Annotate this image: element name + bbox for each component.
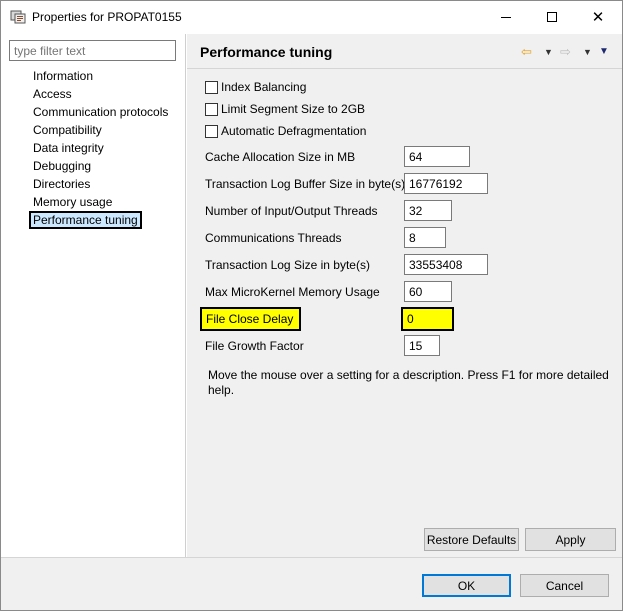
max-microkernel-label: Max MicroKernel Memory Usage	[205, 285, 380, 299]
properties-icon	[10, 10, 26, 24]
tree-item-compatibility[interactable]: Compatibility	[33, 121, 168, 139]
window-title: Properties for PROPAT0155	[32, 10, 182, 24]
tree-item-access[interactable]: Access	[33, 85, 168, 103]
file-close-delay-label: File Close Delay	[200, 307, 301, 331]
cache-allocation-field[interactable]	[404, 146, 470, 167]
tree-item-memory-usage[interactable]: Memory usage	[33, 193, 168, 211]
apply-button[interactable]: Apply	[525, 528, 616, 551]
category-pane: Information Access Communication protoco…	[1, 34, 186, 557]
tree-item-data-integrity[interactable]: Data integrity	[33, 139, 168, 157]
checkbox-automatic-defragmentation[interactable]: Automatic Defragmentation	[205, 122, 366, 140]
tree-item-communication-protocols[interactable]: Communication protocols	[33, 103, 168, 121]
category-tree: Information Access Communication protoco…	[29, 67, 168, 229]
back-dropdown-icon[interactable]: ▼	[544, 47, 553, 57]
close-button[interactable]: ✕	[575, 1, 621, 33]
header-separator	[187, 68, 622, 69]
max-microkernel-field[interactable]	[404, 281, 452, 302]
settings-page: Performance tuning ⇦ ▼ ⇨ ▼ ▼ Index Balan…	[187, 34, 622, 557]
page-title: Performance tuning	[200, 44, 333, 60]
tx-log-size-field[interactable]	[404, 254, 488, 275]
io-threads-label: Number of Input/Output Threads	[205, 204, 378, 218]
properties-dialog: Properties for PROPAT0155 ✕ Information …	[0, 0, 623, 611]
filter-input[interactable]	[9, 40, 176, 61]
close-icon: ✕	[591, 9, 605, 26]
file-growth-field[interactable]	[404, 335, 440, 356]
tree-item-performance-tuning[interactable]: Performance tuning	[29, 211, 168, 229]
tx-log-buffer-field[interactable]	[404, 173, 488, 194]
dialog-button-bar: OK Cancel	[1, 557, 622, 610]
maximize-icon	[547, 12, 557, 22]
forward-arrow-icon[interactable]: ⇨	[560, 44, 571, 60]
comm-threads-field[interactable]	[404, 227, 446, 248]
tree-item-information[interactable]: Information	[33, 67, 168, 85]
checkbox-index-balancing[interactable]: Index Balancing	[205, 78, 306, 96]
file-growth-label: File Growth Factor	[205, 339, 304, 353]
checkbox-box[interactable]	[205, 102, 218, 116]
file-close-delay-field[interactable]: 0	[401, 307, 454, 331]
cancel-button[interactable]: Cancel	[520, 574, 609, 597]
comm-threads-label: Communications Threads	[205, 231, 342, 245]
checkbox-box[interactable]	[205, 124, 218, 138]
cache-allocation-label: Cache Allocation Size in MB	[205, 150, 356, 164]
minimize-icon	[501, 16, 511, 18]
view-menu-icon[interactable]: ▼	[599, 46, 609, 57]
tree-item-directories[interactable]: Directories	[33, 175, 168, 193]
tree-item-debugging[interactable]: Debugging	[33, 157, 168, 175]
checkbox-limit-segment-size[interactable]: Limit Segment Size to 2GB	[205, 100, 365, 118]
help-text: Move the mouse over a setting for a desc…	[208, 368, 609, 397]
back-arrow-icon[interactable]: ⇦	[521, 44, 532, 60]
ok-button[interactable]: OK	[422, 574, 511, 597]
minimize-button[interactable]	[483, 1, 529, 33]
maximize-button[interactable]	[529, 1, 575, 33]
title-bar: Properties for PROPAT0155 ✕	[1, 1, 622, 33]
tx-log-size-label: Transaction Log Size in byte(s)	[205, 258, 370, 272]
forward-dropdown-icon[interactable]: ▼	[583, 47, 592, 57]
page-header: Performance tuning ⇦ ▼ ⇨ ▼ ▼	[187, 34, 622, 68]
tx-log-buffer-label: Transaction Log Buffer Size in byte(s)	[205, 177, 406, 191]
checkbox-box[interactable]	[205, 80, 218, 94]
restore-defaults-button[interactable]: Restore Defaults	[424, 528, 519, 551]
io-threads-field[interactable]	[404, 200, 452, 221]
